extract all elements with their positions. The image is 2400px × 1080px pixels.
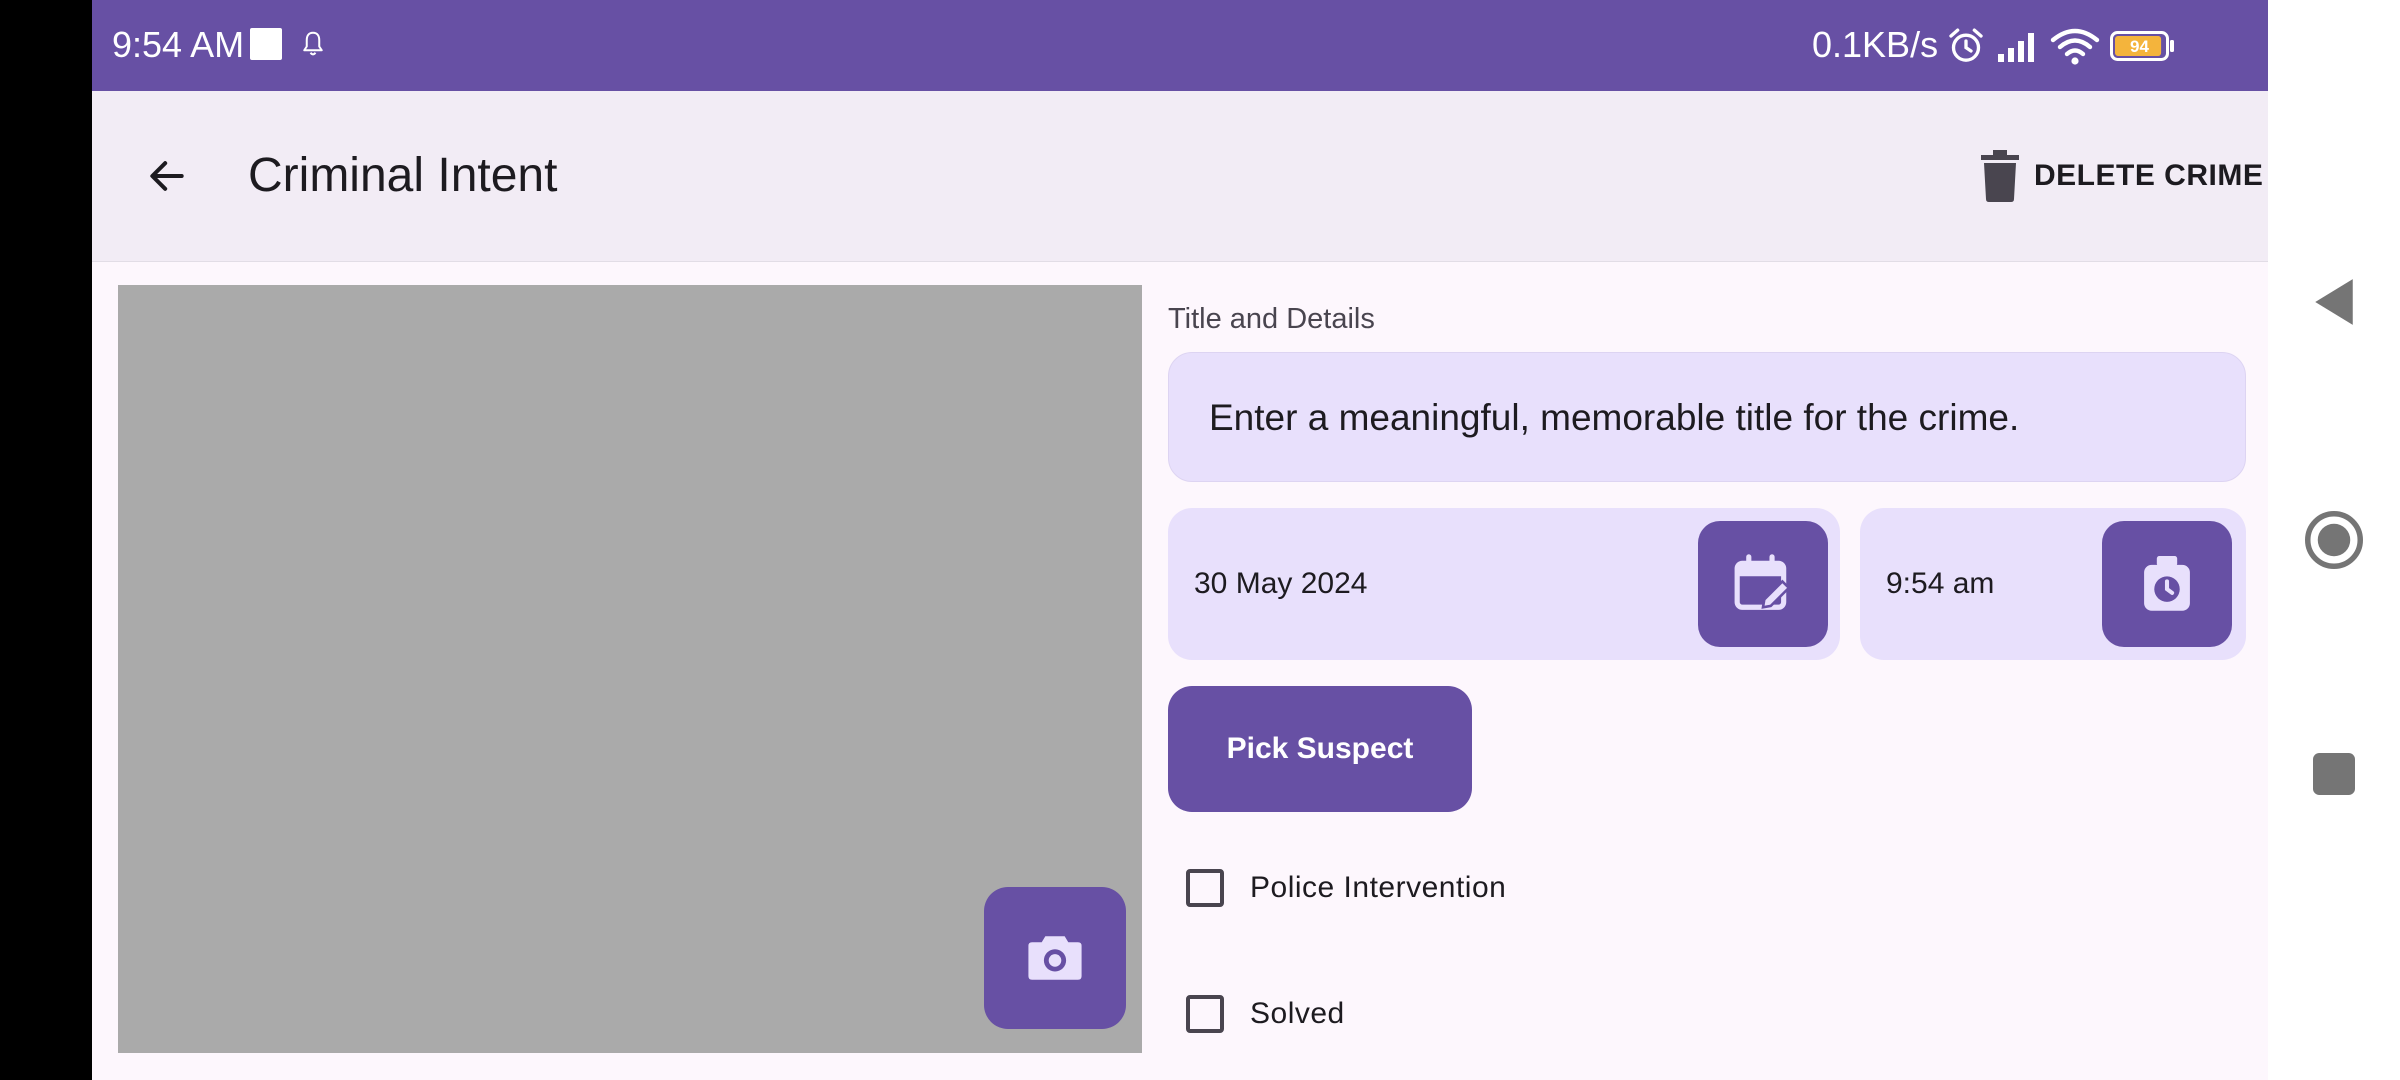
police-intervention-checkbox[interactable] [1186, 869, 1224, 907]
calendar-edit-icon [1734, 554, 1791, 610]
solved-label: Solved [1250, 997, 1345, 1030]
signal-icon [1998, 33, 2034, 62]
nav-recents-button[interactable] [2302, 742, 2366, 806]
crime-date: 30 May 2024 [1194, 567, 1368, 600]
clock-icon [2144, 556, 2190, 611]
solved-checkbox[interactable] [1186, 995, 1224, 1033]
camera-button[interactable] [984, 887, 1126, 1029]
pick-date-button[interactable] [1698, 521, 1828, 647]
wifi-icon [2050, 28, 2100, 65]
section-label: Title and Details [1168, 303, 1375, 335]
nav-home-icon [2305, 511, 2363, 569]
delete-crime-label: DELETE CRIME [2034, 159, 2264, 192]
solved-checkbox-row[interactable]: Solved [1186, 984, 1345, 1044]
left-black-bar [0, 0, 92, 1080]
crime-time: 9:54 am [1886, 567, 1995, 600]
alarm-icon [1949, 28, 1983, 62]
arrow-back-icon [150, 161, 184, 191]
status-time: 9:54 AM [112, 24, 245, 65]
status-bar: 9:54 AM 0.1KB/s 94 [92, 0, 2268, 91]
nav-home-button[interactable] [2302, 508, 2366, 572]
battery-icon: 94 [2110, 31, 2174, 61]
crime-title-input[interactable] [1207, 353, 2221, 483]
system-nav-bar [2268, 0, 2400, 1080]
trash-icon [1981, 150, 2019, 202]
pick-suspect-label: Pick Suspect [1226, 732, 1414, 765]
police-intervention-label: Police Intervention [1250, 871, 1507, 904]
bell-icon [303, 31, 323, 56]
nav-back-button[interactable] [2302, 270, 2366, 334]
network-speed: 0.1KB/s [1812, 24, 1939, 65]
notification-square-icon [250, 28, 282, 60]
date-field: 30 May 2024 [1168, 508, 1840, 660]
delete-crime-button[interactable]: DELETE CRIME [1980, 143, 2263, 209]
crime-title-field [1168, 352, 2246, 483]
time-field: 9:54 am [1860, 508, 2246, 660]
app-bar: Criminal Intent DELETE CRIME [92, 91, 2268, 262]
page-title: Criminal Intent [248, 149, 558, 202]
pick-time-button[interactable] [2102, 521, 2232, 647]
camera-icon [1028, 936, 1082, 980]
police-intervention-checkbox-row[interactable]: Police Intervention [1186, 858, 1506, 918]
pick-suspect-button[interactable]: Pick Suspect [1168, 686, 1472, 812]
nav-recents-icon [2313, 753, 2355, 795]
back-button[interactable] [132, 141, 202, 211]
nav-back-icon [2315, 279, 2353, 325]
battery-level: 94 [2130, 37, 2149, 56]
crime-photo [118, 285, 1142, 1053]
app-screen: 9:54 AM 0.1KB/s 94 Criminal Intent DELET… [92, 0, 2268, 1080]
